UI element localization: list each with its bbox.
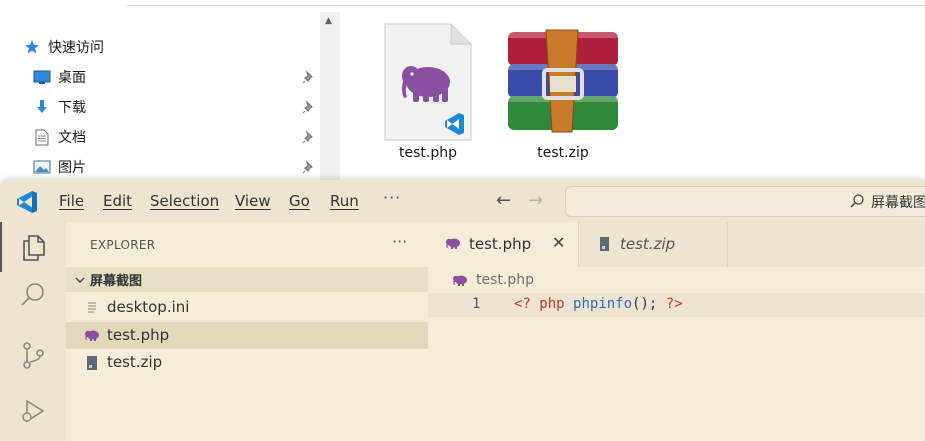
file-tile-test-zip[interactable]: test.zip	[508, 20, 618, 170]
vscode-logo-icon	[17, 191, 37, 213]
menu-go[interactable]: Go	[289, 192, 310, 210]
folder-name: 屏幕截图	[90, 274, 143, 289]
nav-item-label: 文档	[58, 130, 86, 146]
nav-item-desktop[interactable]: 桌面	[32, 64, 86, 90]
menu-run[interactable]: Run	[330, 192, 359, 210]
line-number: 1	[472, 296, 481, 312]
pin-icon[interactable]	[302, 70, 316, 84]
pin-icon[interactable]	[302, 160, 316, 174]
editor-tabs: test.php ✕ test.zip	[428, 222, 925, 267]
code-editor[interactable]: test.php 1 <? php phpinfo(); ?>	[428, 267, 925, 441]
tab-test-zip[interactable]: test.zip	[578, 222, 728, 267]
pin-icon[interactable]	[302, 130, 316, 144]
nav-item-documents[interactable]: 文档	[32, 124, 86, 150]
source-control-icon	[23, 342, 44, 369]
breadcrumb[interactable]: test.php	[476, 272, 534, 288]
search-icon	[21, 283, 44, 306]
nav-item-quick-access[interactable]: 快速访问	[22, 34, 104, 60]
code-line-current[interactable]: 1 <? php phpinfo(); ?>	[428, 293, 925, 317]
explorer-sidebar: EXPLORER ··· 屏幕截图 desktop.ini test.php t…	[66, 222, 428, 441]
code-token: phpinfo	[573, 296, 633, 312]
sidebar-title: EXPLORER	[90, 238, 156, 252]
file-name: test.zip	[107, 353, 163, 371]
text-file-icon	[88, 302, 96, 313]
zip-file-icon	[87, 356, 97, 370]
code-token: ();	[632, 296, 658, 312]
menu-selection[interactable]: Selection	[150, 192, 219, 210]
php-elephant-icon	[85, 330, 99, 341]
nav-item-downloads[interactable]: 下载	[32, 94, 86, 120]
php-file-icon	[384, 23, 472, 141]
title-bar: File Edit Selection View Go Run ··· ← → …	[0, 180, 925, 222]
back-arrow-icon[interactable]: ←	[496, 190, 511, 211]
activity-bar	[0, 222, 66, 441]
menu-more-button[interactable]: ···	[383, 188, 401, 207]
files-icon	[23, 235, 45, 261]
document-icon	[32, 128, 52, 146]
desktop-icon	[32, 68, 52, 86]
menu-file[interactable]: File	[59, 192, 84, 210]
run-debug-icon	[22, 399, 45, 423]
tab-label: test.php	[469, 235, 532, 253]
picture-icon	[32, 158, 52, 176]
php-elephant-icon	[453, 275, 467, 286]
activity-explorer[interactable]	[0, 222, 66, 272]
code-token: ?>	[665, 296, 683, 312]
winrar-archive-icon	[508, 29, 618, 133]
nav-item-label: 桌面	[58, 70, 86, 86]
nav-item-label: 快速访问	[48, 40, 104, 56]
vscode-window: File Edit Selection View Go Run ··· ← → …	[0, 180, 925, 441]
activity-source-control[interactable]	[0, 330, 66, 380]
star-icon	[22, 38, 42, 56]
activity-run-debug[interactable]	[0, 385, 66, 435]
nav-pane-scrollbar[interactable]: ▲	[320, 12, 340, 180]
file-name: test.zip	[537, 145, 589, 161]
file-name: test.php	[107, 326, 170, 344]
pin-icon[interactable]	[302, 100, 316, 114]
nav-item-pictures[interactable]: 图片	[32, 154, 86, 180]
file-row-desktop-ini[interactable]: desktop.ini	[66, 294, 428, 321]
sidebar-more-button[interactable]: ···	[392, 232, 407, 251]
code-text[interactable]: <? php phpinfo(); ?>	[514, 296, 683, 312]
tab-label: test.zip	[620, 235, 676, 253]
menu-view[interactable]: View	[235, 192, 271, 210]
zip-file-icon	[600, 237, 609, 251]
menu-edit[interactable]: Edit	[103, 192, 132, 210]
chevron-down-icon	[70, 277, 90, 283]
file-row-test-zip[interactable]: test.zip	[66, 349, 428, 376]
close-icon[interactable]: ✕	[552, 233, 565, 252]
file-tile-test-php[interactable]: test.php	[373, 20, 483, 170]
scroll-up-arrow-icon[interactable]: ▲	[325, 16, 332, 26]
command-center-text: 屏幕截图	[871, 195, 925, 211]
file-name: desktop.ini	[107, 298, 190, 316]
code-token: php	[539, 296, 565, 312]
php-elephant-icon	[446, 238, 460, 249]
command-center-search[interactable]: 屏幕截图	[565, 186, 925, 217]
nav-item-label: 下载	[58, 100, 86, 116]
nav-item-label: 图片	[58, 160, 86, 176]
forward-arrow-icon[interactable]: →	[528, 190, 543, 211]
file-explorer-window: 快速访问 桌面 下载 文档 图片 ▲ test.php test.zip	[0, 0, 925, 180]
activity-search[interactable]	[0, 270, 66, 320]
download-icon	[32, 98, 52, 116]
file-name: test.php	[399, 145, 457, 161]
tab-test-php[interactable]: test.php ✕	[428, 222, 578, 267]
search-icon	[850, 194, 864, 208]
workspace-folder-header[interactable]: 屏幕截图	[66, 267, 428, 292]
file-row-test-php[interactable]: test.php	[66, 322, 428, 349]
address-bar[interactable]	[126, 0, 925, 6]
code-token: <?	[514, 296, 531, 312]
